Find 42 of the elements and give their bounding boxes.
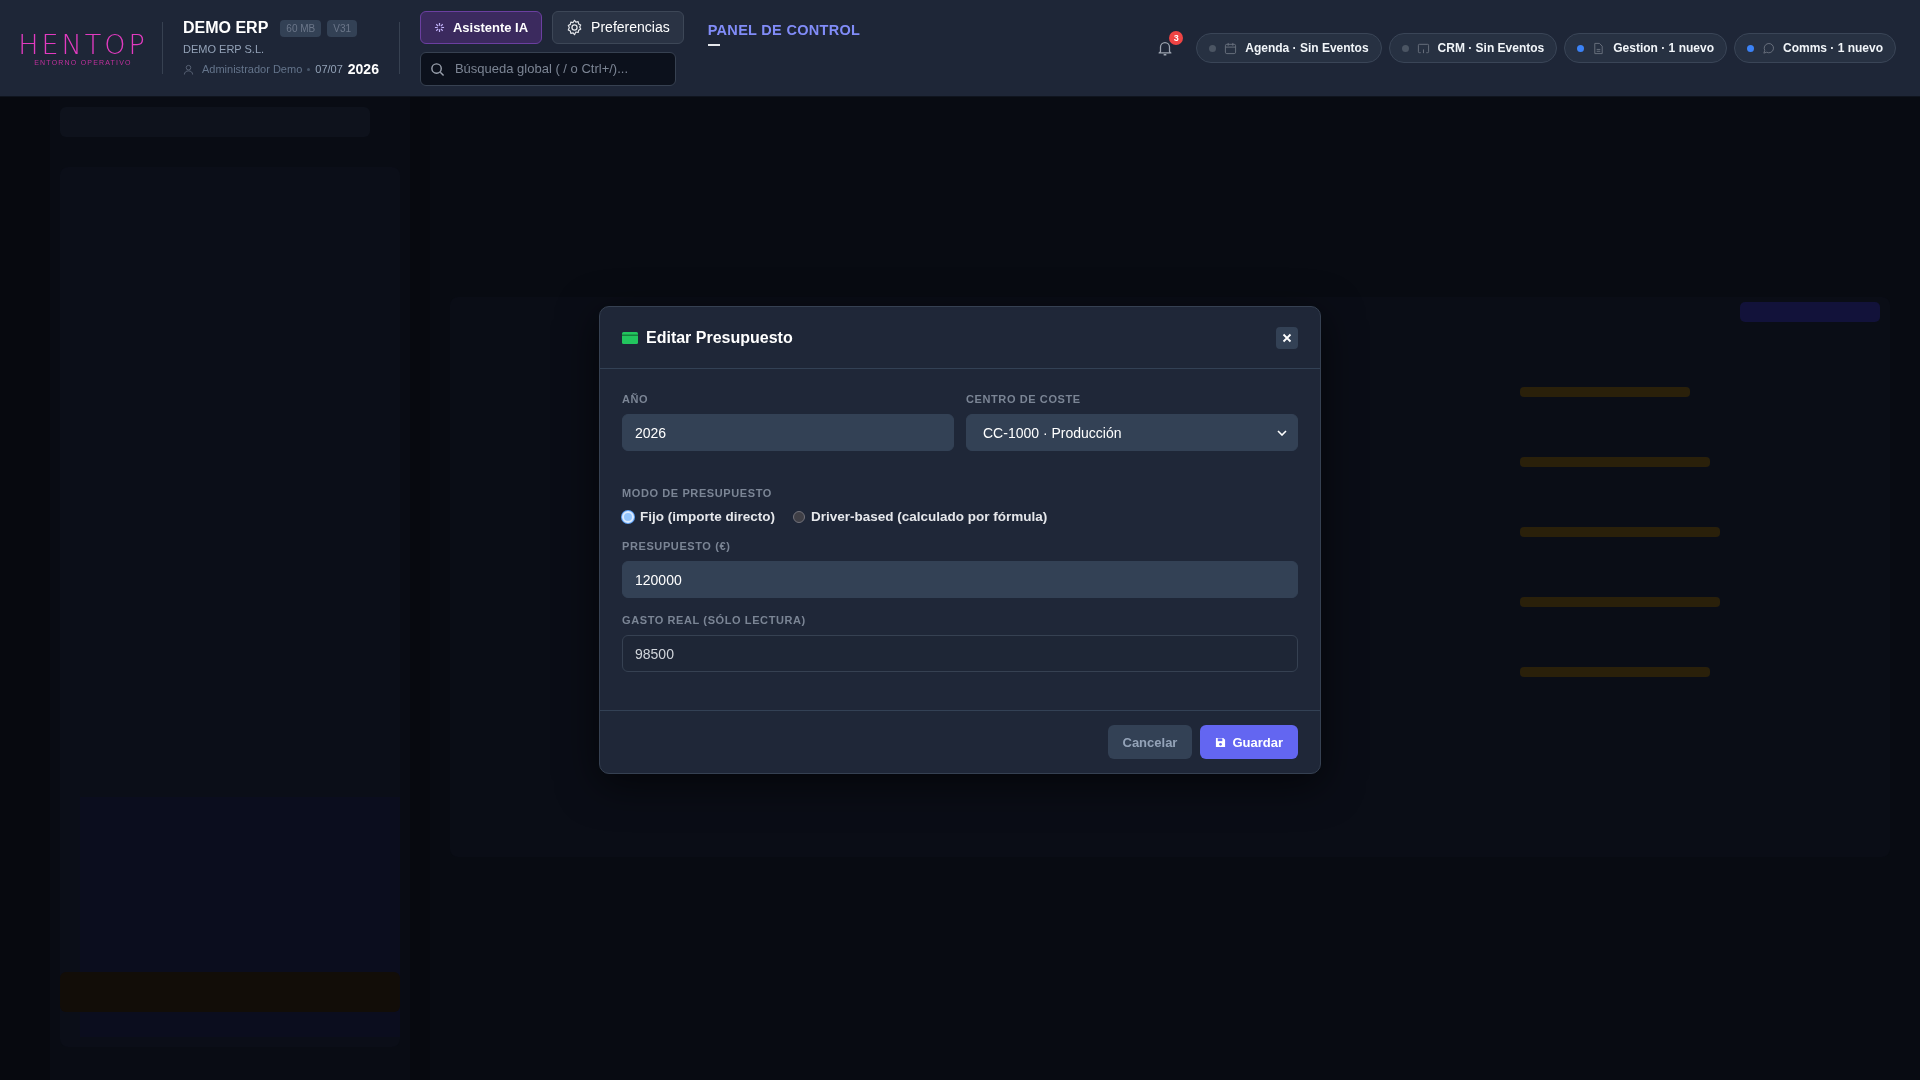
field-label: CENTRO DE COSTE <box>966 393 1082 405</box>
monitor-icon <box>1416 41 1430 55</box>
search-icon <box>429 61 445 77</box>
field-label: GASTO REAL (SÓLO LECTURA) <box>622 614 807 626</box>
assistant-button[interactable]: Asistente IA <box>419 10 543 44</box>
date-text: 07/07 <box>315 63 343 75</box>
budget-input[interactable]: 120000 <box>622 561 1298 598</box>
sparkle-icon <box>433 21 445 33</box>
cancel-button[interactable]: Cancelar <box>1107 725 1193 759</box>
document-icon <box>1592 41 1606 55</box>
chevron-down-icon <box>1277 429 1287 436</box>
year-text: 2026 <box>347 61 379 77</box>
dialog-title: Editar Presupuesto <box>646 328 793 347</box>
close-button[interactable] <box>1276 326 1298 349</box>
search-field[interactable]: Búsqueda global ( / o Ctrl+/)... <box>419 51 676 86</box>
wallet-icon <box>622 330 638 345</box>
year-input[interactable]: 2026 <box>622 414 954 451</box>
field-label: PRESUPUESTO (€) <box>622 540 732 552</box>
radio-option[interactable]: Driver-based (calculado por fórmula) <box>793 509 1048 524</box>
cost-center-select[interactable]: CC-1000 · Producción <box>966 414 1298 451</box>
legal-name: DEMO ERP S.L. <box>183 43 266 55</box>
section-title: PANEL DE CONTROL <box>707 22 861 38</box>
radio-button[interactable] <box>793 510 805 523</box>
save-button[interactable]: Guardar <box>1200 725 1298 759</box>
logo-wordmark: HENTOP <box>18 30 148 59</box>
notification-badge: 3 <box>1169 31 1184 45</box>
preferences-button[interactable]: Preferencias <box>552 10 684 44</box>
status-chip[interactable]: Agenda · Sin Eventos <box>1196 33 1382 63</box>
user-icon <box>183 63 194 75</box>
status-chip[interactable]: Gestion · 1 nuevo <box>1564 33 1727 63</box>
settings-icon <box>566 18 584 36</box>
radio-option[interactable]: Fijo (importe directo) <box>622 509 775 524</box>
field-label: MODO DE PRESUPUESTO <box>622 487 773 499</box>
company-name: DEMO ERP <box>183 19 269 37</box>
field-label: AÑO <box>622 393 650 405</box>
calendar-icon <box>1224 41 1238 55</box>
actual-spend-input[interactable]: 98500 <box>622 635 1298 672</box>
user-name: Administrador Demo <box>202 63 303 75</box>
status-chip[interactable]: CRM · Sin Eventos <box>1388 33 1558 63</box>
close-icon <box>1282 332 1292 343</box>
chat-icon <box>1761 41 1775 55</box>
status-chip[interactable]: Comms · 1 nuevo <box>1733 33 1896 63</box>
